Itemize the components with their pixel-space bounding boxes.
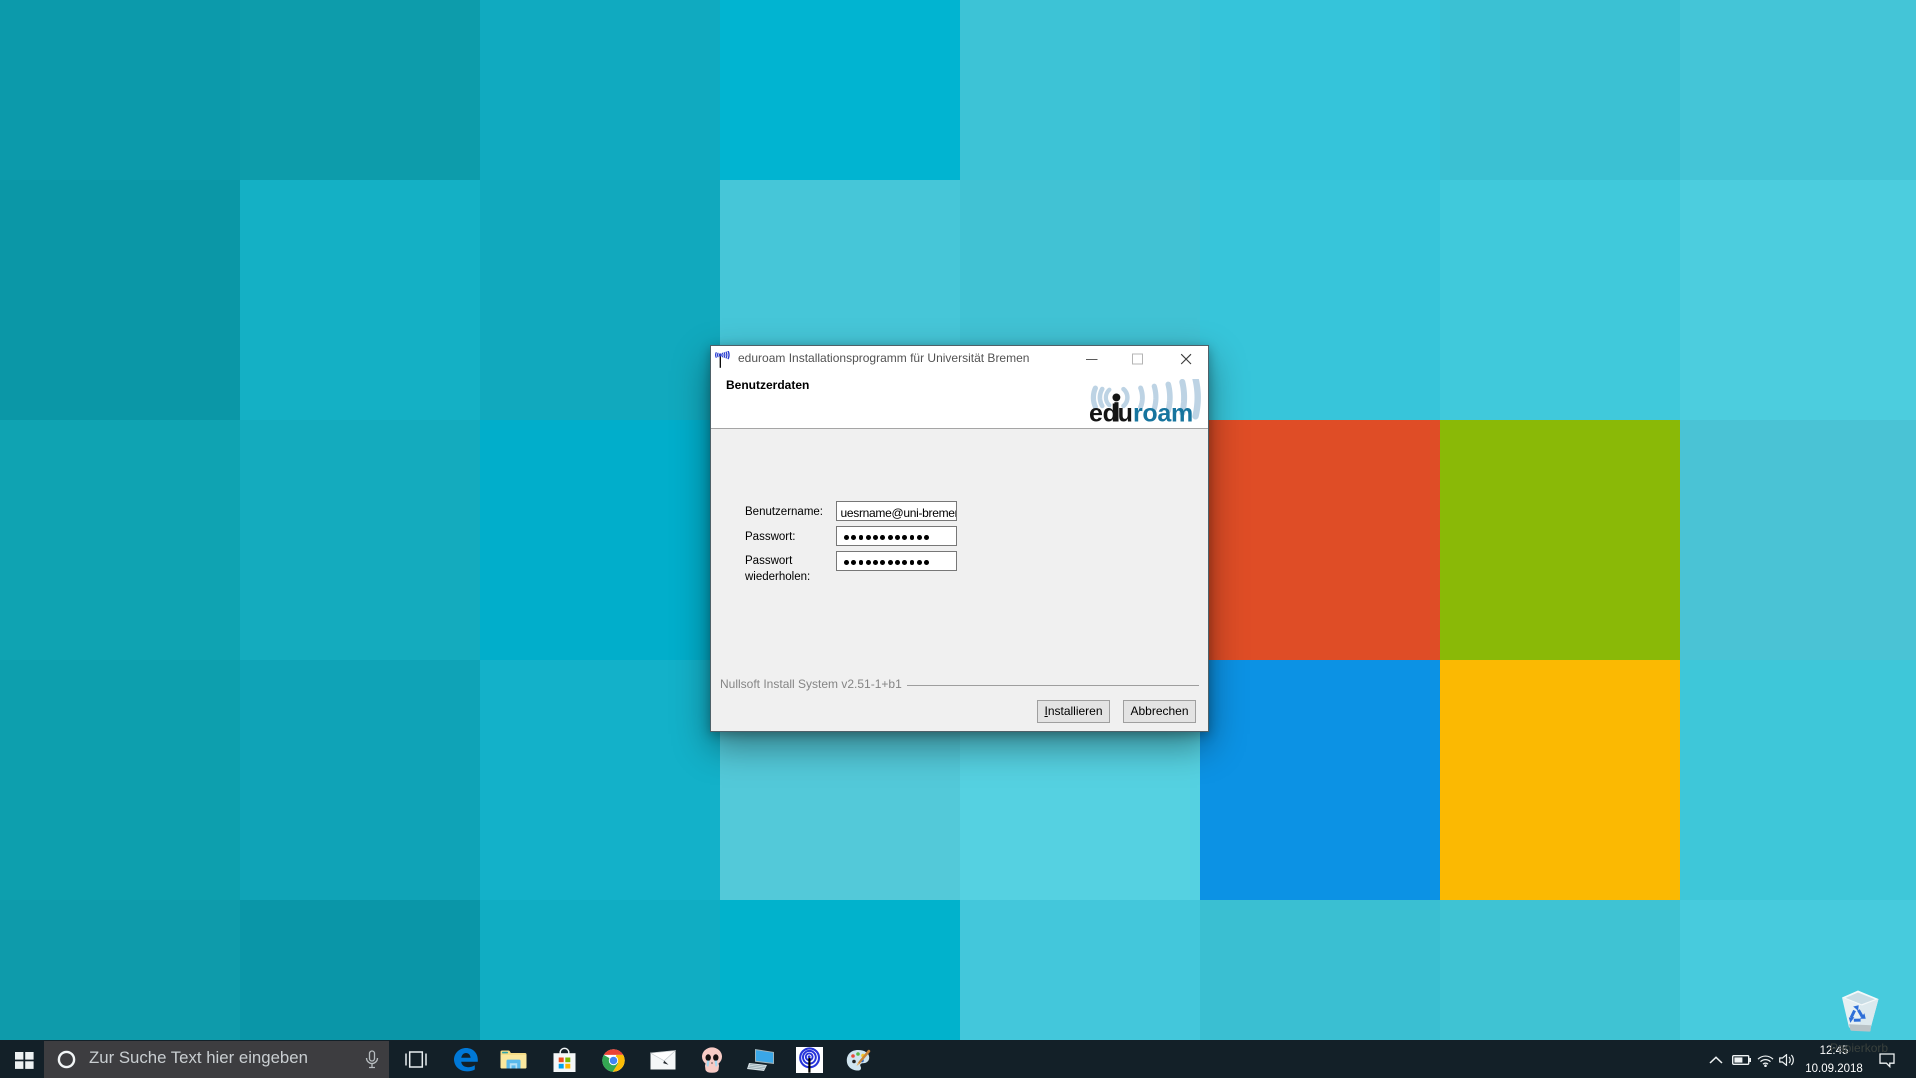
svg-text:edu: edu (1089, 400, 1133, 425)
svg-text:roam: roam (1133, 400, 1193, 425)
